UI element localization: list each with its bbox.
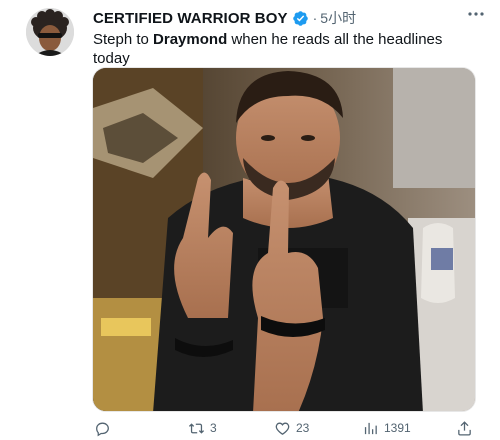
share-icon bbox=[458, 420, 471, 436]
retweet-icon bbox=[188, 422, 205, 434]
tweet-text-part1: Steph to bbox=[93, 31, 154, 48]
like-button[interactable]: 23 bbox=[274, 418, 309, 438]
retweet-count: 3 bbox=[210, 421, 217, 435]
views-button[interactable]: 1391 bbox=[362, 418, 411, 438]
verified-badge-icon bbox=[292, 10, 309, 27]
tweet-actions: 3 23 1391 bbox=[92, 418, 476, 438]
more-dots-icon[interactable] bbox=[466, 7, 486, 21]
share-button[interactable] bbox=[456, 418, 473, 438]
tweet-header: CERTIFIED WARRIOR BOY · 5小时 bbox=[93, 8, 485, 28]
retweet-button[interactable]: 3 bbox=[188, 418, 217, 438]
heart-icon bbox=[275, 422, 290, 435]
tweet-text-bold: Draymond bbox=[153, 31, 228, 48]
tweet: CERTIFIED WARRIOR BOY · 5小时 Steph to Dra… bbox=[0, 0, 500, 440]
separator-dot: · bbox=[312, 10, 318, 26]
reply-button[interactable] bbox=[94, 418, 116, 438]
tweet-image[interactable]: LA bbox=[92, 67, 476, 412]
author-name[interactable]: CERTIFIED WARRIOR BOY bbox=[93, 10, 288, 27]
avatar[interactable] bbox=[26, 8, 74, 56]
views-chart-icon bbox=[364, 422, 377, 434]
timestamp[interactable]: 5小时 bbox=[320, 8, 356, 28]
like-count: 23 bbox=[296, 421, 310, 435]
tweet-text: Steph to Draymond when he reads all the … bbox=[93, 30, 473, 68]
views-count: 1391 bbox=[384, 421, 411, 435]
reply-icon bbox=[96, 422, 109, 436]
